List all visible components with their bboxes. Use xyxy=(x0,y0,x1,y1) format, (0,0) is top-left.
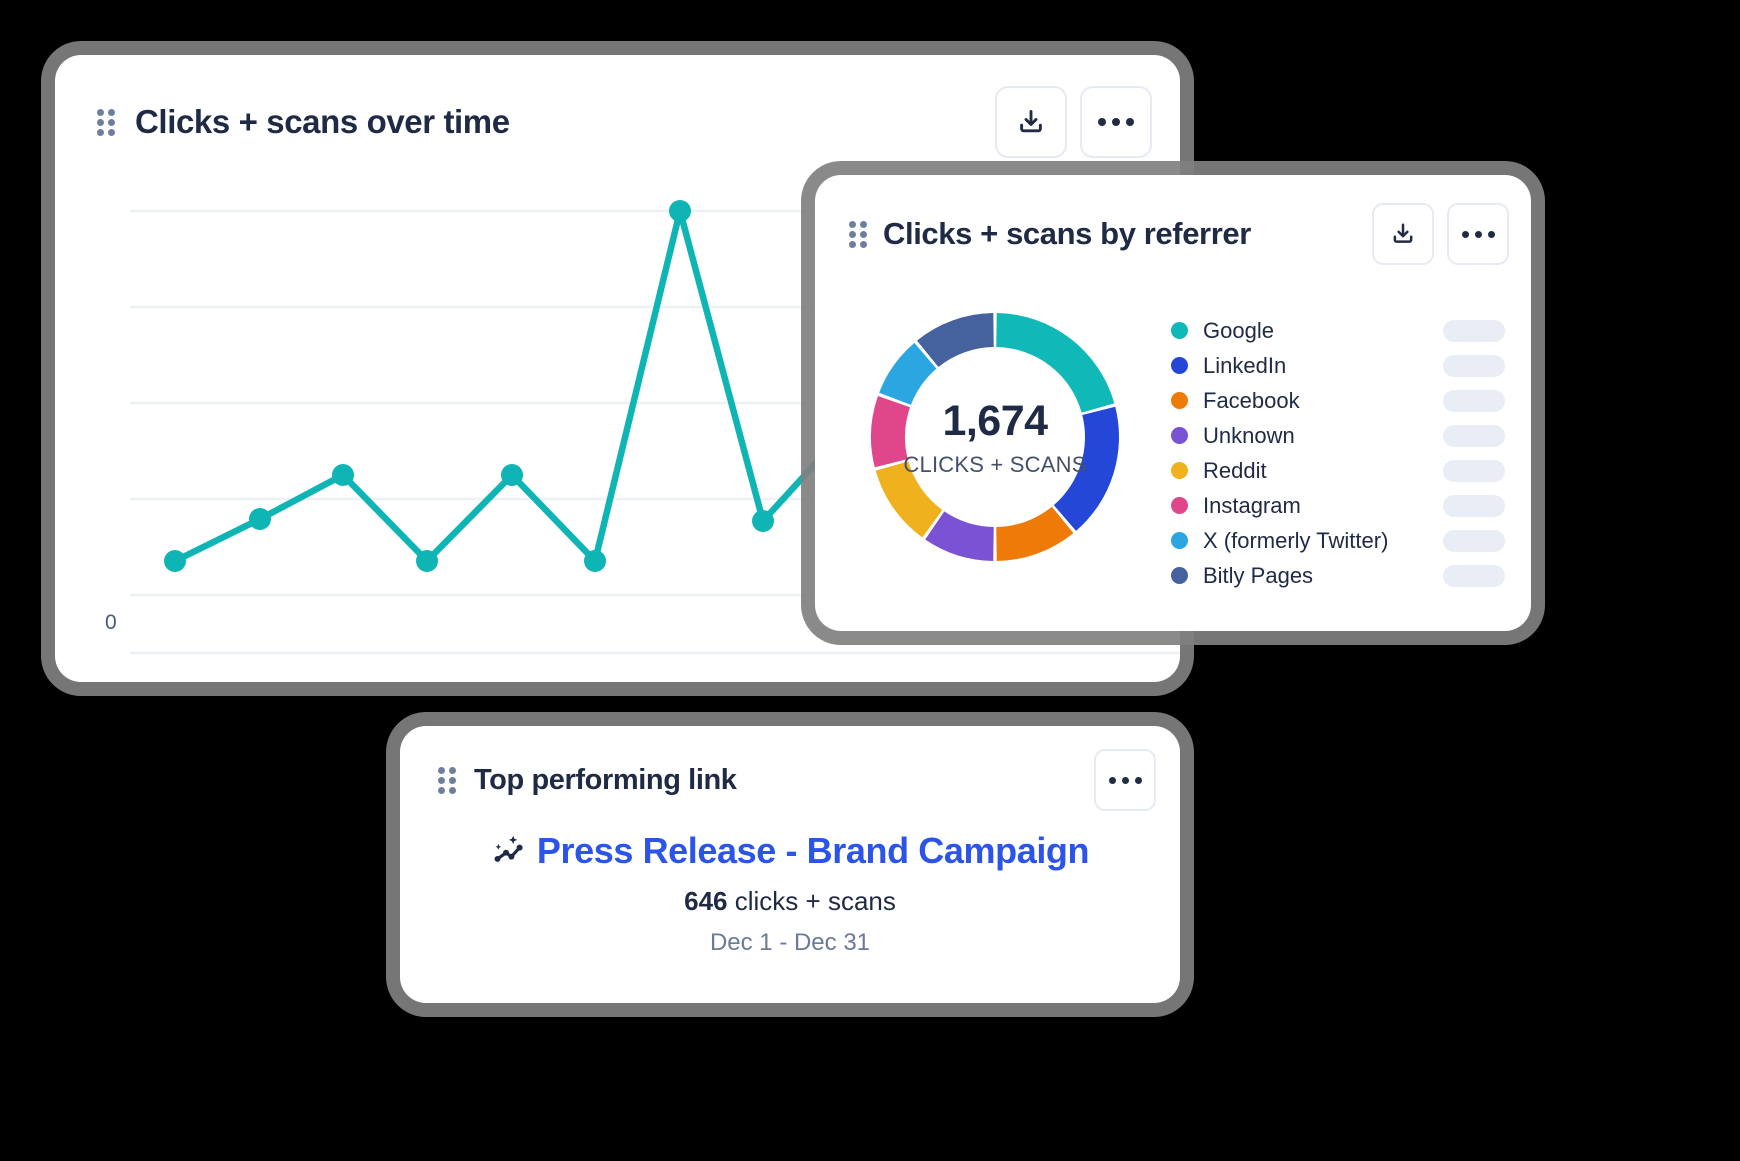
legend-value-placeholder xyxy=(1443,564,1505,587)
drag-dots-icon[interactable] xyxy=(849,221,867,248)
download-button[interactable] xyxy=(1372,203,1434,265)
download-icon xyxy=(1393,223,1413,243)
card-header: Top performing link xyxy=(400,726,1180,834)
legend-value-placeholder xyxy=(1443,529,1505,552)
referrer-body: 1,674 CLICKS + SCANS Google LinkedIn Faceb… xyxy=(815,287,1531,631)
legend-color-dot xyxy=(1171,322,1188,339)
more-horizontal-icon xyxy=(1098,118,1134,126)
top-link[interactable]: Press Release - Brand Campaign xyxy=(537,830,1090,872)
drag-dots-icon[interactable] xyxy=(97,109,115,136)
card-header: Clicks + scans over time xyxy=(55,55,1180,189)
donut-segment[interactable] xyxy=(996,313,1115,413)
card-actions xyxy=(995,86,1152,158)
donut-segment[interactable] xyxy=(1053,406,1119,531)
legend-color-dot xyxy=(1171,497,1188,514)
card-actions xyxy=(1372,203,1509,265)
legend-color-dot xyxy=(1171,357,1188,374)
legend-value-placeholder xyxy=(1443,354,1505,377)
top-link-metric: 646 clicks + scans xyxy=(684,886,896,917)
more-options-button[interactable] xyxy=(1094,749,1156,811)
page-title: Top performing link xyxy=(474,763,737,796)
more-options-button[interactable] xyxy=(1447,203,1509,265)
legend-item-label: Facebook xyxy=(1203,387,1300,413)
legend-value-placeholder xyxy=(1443,424,1505,447)
more-options-button[interactable] xyxy=(1080,86,1152,158)
legend-color-dot xyxy=(1171,567,1188,584)
top-link-body: Press Release - Brand Campaign 646 click… xyxy=(400,830,1180,1003)
legend-item[interactable]: Google xyxy=(1171,313,1505,348)
page-title: Clicks + scans over time xyxy=(135,103,510,140)
legend-value-placeholder xyxy=(1443,459,1505,482)
top-performing-link-card: Top performing link Press Release - Bran… xyxy=(400,726,1180,1003)
clicks-scans-by-referrer-card: Clicks + scans by referrer 1,674 CLICKS … xyxy=(815,175,1531,631)
legend-value-placeholder xyxy=(1443,494,1505,517)
more-horizontal-icon xyxy=(1108,776,1142,784)
top-link-date-range: Dec 1 - Dec 31 xyxy=(709,929,871,956)
drag-dots-icon[interactable] xyxy=(438,767,456,794)
top-link-metric-value: 646 xyxy=(684,886,728,916)
donut-segment[interactable] xyxy=(916,313,994,368)
donut-chart: 1,674 CLICKS + SCANS xyxy=(845,287,1145,587)
page-title: Clicks + scans by referrer xyxy=(883,216,1251,251)
download-icon xyxy=(1020,109,1042,133)
legend-item[interactable]: Unknown xyxy=(1171,418,1505,453)
dashboard-stage: Clicks + scans over time 0 Top performin… xyxy=(0,0,1740,1161)
donut-segment[interactable] xyxy=(996,506,1074,561)
legend-item-label: Bitly Pages xyxy=(1203,562,1314,588)
donut-segments xyxy=(871,313,1119,561)
legend-item[interactable]: Instagram xyxy=(1171,488,1505,523)
top-link-row: Press Release - Brand Campaign xyxy=(491,830,1090,872)
donut-chart-svg xyxy=(871,313,1119,561)
trend-sparkle-icon xyxy=(494,835,523,862)
legend-color-dot xyxy=(1171,462,1188,479)
legend-item-label: Reddit xyxy=(1203,457,1267,483)
legend-item[interactable]: X (formerly Twitter) xyxy=(1171,523,1505,558)
legend-item-label: Google xyxy=(1203,317,1274,343)
legend-item[interactable]: LinkedIn xyxy=(1171,348,1505,383)
donut-segment[interactable] xyxy=(875,461,943,538)
donut-segment[interactable] xyxy=(871,396,911,468)
more-horizontal-icon xyxy=(1461,230,1495,238)
download-button[interactable] xyxy=(995,86,1067,158)
legend-item[interactable]: Bitly Pages xyxy=(1171,558,1505,593)
legend-item-label: Instagram xyxy=(1203,492,1301,518)
legend-item[interactable]: Facebook xyxy=(1171,383,1505,418)
legend-item-label: Unknown xyxy=(1203,422,1295,448)
y-axis-zero-label: 0 xyxy=(105,611,117,634)
legend-item-label: LinkedIn xyxy=(1203,352,1287,378)
top-link-metric-label: clicks + scans xyxy=(727,886,896,916)
legend-item[interactable]: Reddit xyxy=(1171,453,1505,488)
legend-item-label: X (formerly Twitter) xyxy=(1203,527,1389,553)
legend-color-dot xyxy=(1171,532,1188,549)
card-header: Clicks + scans by referrer xyxy=(815,175,1531,293)
card-actions xyxy=(1094,749,1156,811)
legend-value-placeholder xyxy=(1443,319,1505,342)
donut-legend: Google LinkedIn Facebook Unknown Reddit Insta… xyxy=(1171,313,1505,593)
legend-color-dot xyxy=(1171,392,1188,409)
legend-value-placeholder xyxy=(1443,389,1505,412)
legend-color-dot xyxy=(1171,427,1188,444)
